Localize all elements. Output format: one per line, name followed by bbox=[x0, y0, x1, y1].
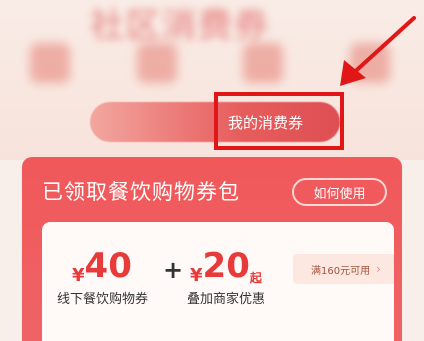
panel-title: 已领取餐饮购物券包 bbox=[42, 180, 240, 204]
highlight-box bbox=[214, 92, 344, 150]
blurred-icon bbox=[136, 43, 177, 83]
amount-value: 40 bbox=[84, 246, 132, 286]
amount-value: 20 bbox=[202, 246, 250, 286]
arrow-pointer-icon bbox=[330, 0, 424, 96]
coupon-desc-1: 线下餐饮购物券 bbox=[57, 292, 149, 307]
coupon-amount-1: ¥ 40 bbox=[72, 246, 162, 286]
chevron-right-icon: › bbox=[376, 262, 381, 276]
how-to-use-button[interactable]: 如何使用 bbox=[292, 178, 387, 206]
currency-symbol: ¥ bbox=[72, 265, 85, 286]
currency-symbol: ¥ bbox=[190, 265, 203, 286]
coupon-amount-2: ¥ 20 起 bbox=[190, 246, 280, 286]
usage-condition-button[interactable]: 满160元可用 › bbox=[293, 254, 394, 284]
how-to-use-label: 如何使用 bbox=[313, 186, 366, 202]
blurred-icon bbox=[243, 43, 284, 83]
blurred-header-title: 社区消费券 bbox=[90, 6, 270, 46]
usage-condition-label: 满160元可用 bbox=[311, 265, 371, 277]
coupon-desc-2: 叠加商家优惠 bbox=[187, 292, 266, 307]
plus-sign: + bbox=[163, 256, 184, 284]
blurred-icon bbox=[30, 43, 70, 83]
amount-suffix: 起 bbox=[249, 271, 262, 285]
